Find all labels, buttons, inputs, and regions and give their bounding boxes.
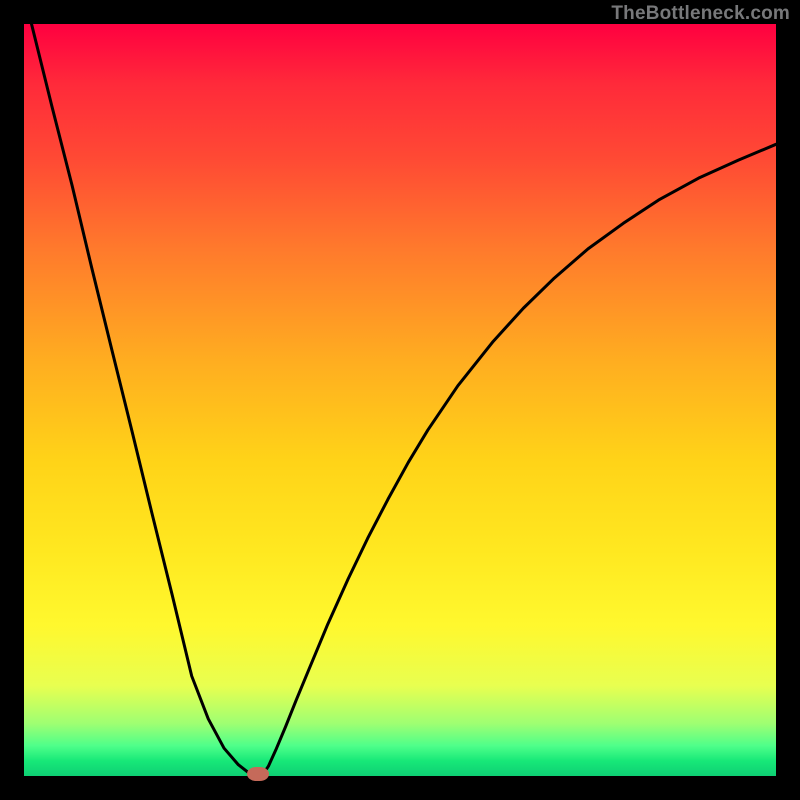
min-marker xyxy=(247,767,269,781)
curve-path xyxy=(32,24,776,776)
chart-root: TheBottleneck.com xyxy=(0,0,800,800)
curve-layer xyxy=(24,24,776,776)
watermark-text: TheBottleneck.com xyxy=(611,3,790,25)
